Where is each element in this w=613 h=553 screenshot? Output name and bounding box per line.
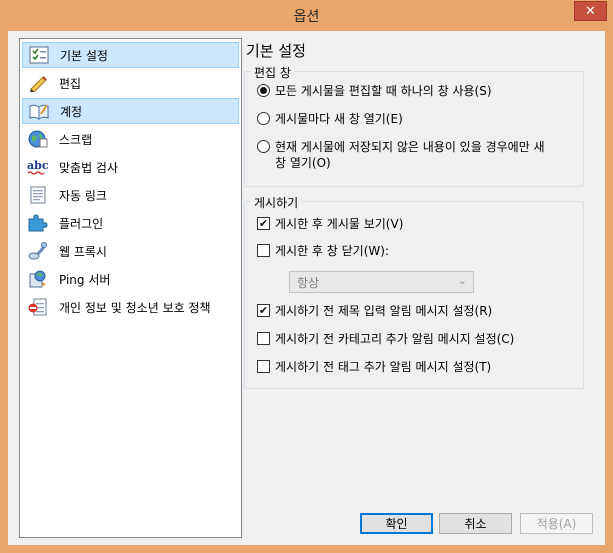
sidebar-item-web-proxy[interactable]: 웹 프록시: [22, 238, 239, 264]
checkbox-label: 게시한 후 창 닫기(W):: [275, 244, 389, 258]
checkbox[interactable]: [257, 332, 270, 345]
checkbox-label: 게시하기 전 카테고리 추가 알림 메시지 설정(C): [275, 332, 515, 346]
title-reminder-checkbox[interactable]: ✔ 게시하기 전 제목 입력 알림 메시지 설정(R): [257, 303, 492, 319]
sidebar-item-label: 웹 프록시: [59, 244, 107, 259]
sidebar-item-plugins[interactable]: 플러그인: [22, 210, 239, 236]
apply-button[interactable]: 적용(A): [520, 513, 593, 534]
checklist-icon: [28, 45, 50, 65]
title-bar[interactable]: 옵션 ✕: [0, 0, 613, 31]
ping-icon: [27, 269, 49, 289]
unsaved-only-radio[interactable]: 현재 게시물에 저장되지 않은 내용이 있을 경우에만 새 창 열기(O): [257, 139, 545, 171]
checkbox[interactable]: [257, 244, 270, 257]
sidebar-item-label: 기본 설정: [60, 48, 108, 63]
checkbox-label: 게시하기 전 태그 추가 알림 메시지 설정(T): [275, 360, 492, 374]
pencil-icon: [27, 73, 49, 93]
close-after-publish-checkbox[interactable]: 게시한 후 창 닫기(W):: [257, 243, 389, 259]
tag-reminder-checkbox[interactable]: 게시하기 전 태그 추가 알림 메시지 설정(T): [257, 359, 491, 375]
sidebar-item-basic-settings[interactable]: 기본 설정: [22, 42, 239, 68]
radio-label: 현재 게시물에 저장되지 않은 내용이 있을 경우에만 새: [275, 140, 545, 154]
close-after-publish-select[interactable]: 항상 ⌄: [289, 271, 474, 293]
view-after-publish-checkbox[interactable]: ✔ 게시한 후 게시물 보기(V): [257, 216, 403, 232]
sidebar-item-label: 편집: [59, 76, 82, 91]
sidebar-item-label: 개인 정보 및 청소년 보호 정책: [59, 300, 211, 315]
dialog-body: 기본 설정 편집 계정 스크랩 abc 맞춤법 검사 자동 링크 플러그인 웹 …: [8, 31, 605, 545]
proxy-icon: [27, 241, 49, 261]
svg-text:abc: abc: [27, 159, 49, 172]
new-window-radio[interactable]: 게시물마다 새 창 열기(E): [257, 111, 403, 127]
sidebar-item-label: 맞춤법 검사: [59, 160, 119, 175]
chevron-down-icon: ⌄: [457, 274, 467, 287]
book-pen-icon: [28, 101, 50, 121]
sidebar-item-label: 계정: [60, 104, 83, 119]
radio-button[interactable]: [257, 84, 270, 97]
sidebar-item-account[interactable]: 계정: [22, 98, 239, 124]
globe-icon: [27, 129, 49, 149]
cancel-button[interactable]: 취소: [439, 513, 512, 534]
group-legend: 편집 창: [251, 64, 294, 81]
privacy-icon: [27, 297, 49, 317]
checkbox[interactable]: ✔: [257, 217, 270, 230]
radio-button[interactable]: [257, 112, 270, 125]
sidebar-item-edit[interactable]: 편집: [22, 70, 239, 96]
spellcheck-icon: abc: [27, 157, 49, 177]
sidebar-item-label: 플러그인: [59, 216, 104, 231]
sidebar-item-label: Ping 서버: [59, 272, 111, 287]
sidebar-item-privacy[interactable]: 개인 정보 및 청소년 보호 정책: [22, 294, 239, 320]
close-button[interactable]: ✕: [574, 1, 607, 21]
options-dialog: 옵션 ✕ 기본 설정 편집 계정 스크랩 abc 맞춤법 검사 자동 링크 플러…: [0, 0, 613, 553]
radio-label: 게시물마다 새 창 열기(E): [275, 112, 403, 126]
radio-button[interactable]: [257, 140, 270, 153]
sidebar-item-spellcheck[interactable]: abc 맞춤법 검사: [22, 154, 239, 180]
window-title: 옵션: [293, 9, 320, 25]
checkbox[interactable]: ✔: [257, 304, 270, 317]
sidebar-item-label: 스크랩: [59, 132, 93, 147]
close-icon: ✕: [585, 3, 596, 19]
sidebar-item-scrap[interactable]: 스크랩: [22, 126, 239, 152]
sidebar-item-label: 자동 링크: [59, 188, 107, 203]
document-icon: [27, 185, 49, 205]
category-list: 기본 설정 편집 계정 스크랩 abc 맞춤법 검사 자동 링크 플러그인 웹 …: [19, 38, 242, 538]
checkbox-label: 게시하기 전 제목 입력 알림 메시지 설정(R): [275, 304, 493, 318]
group-legend: 게시하기: [251, 194, 302, 211]
single-window-radio[interactable]: 모든 게시물을 편집할 때 하나의 창 사용(S): [257, 83, 492, 99]
sidebar-item-ping-server[interactable]: Ping 서버: [22, 266, 239, 292]
radio-label: 모든 게시물을 편집할 때 하나의 창 사용(S): [275, 84, 492, 98]
checkbox-label: 게시한 후 게시물 보기(V): [275, 217, 404, 231]
sidebar-item-autolink[interactable]: 자동 링크: [22, 182, 239, 208]
category-reminder-checkbox[interactable]: 게시하기 전 카테고리 추가 알림 메시지 설정(C): [257, 331, 514, 347]
checkbox[interactable]: [257, 360, 270, 373]
puzzle-icon: [27, 213, 49, 233]
radio-label-line2: 창 열기(O): [275, 156, 331, 170]
ok-button[interactable]: 확인: [360, 513, 433, 534]
page-title: 기본 설정: [246, 42, 306, 60]
select-value: 항상: [297, 275, 320, 290]
